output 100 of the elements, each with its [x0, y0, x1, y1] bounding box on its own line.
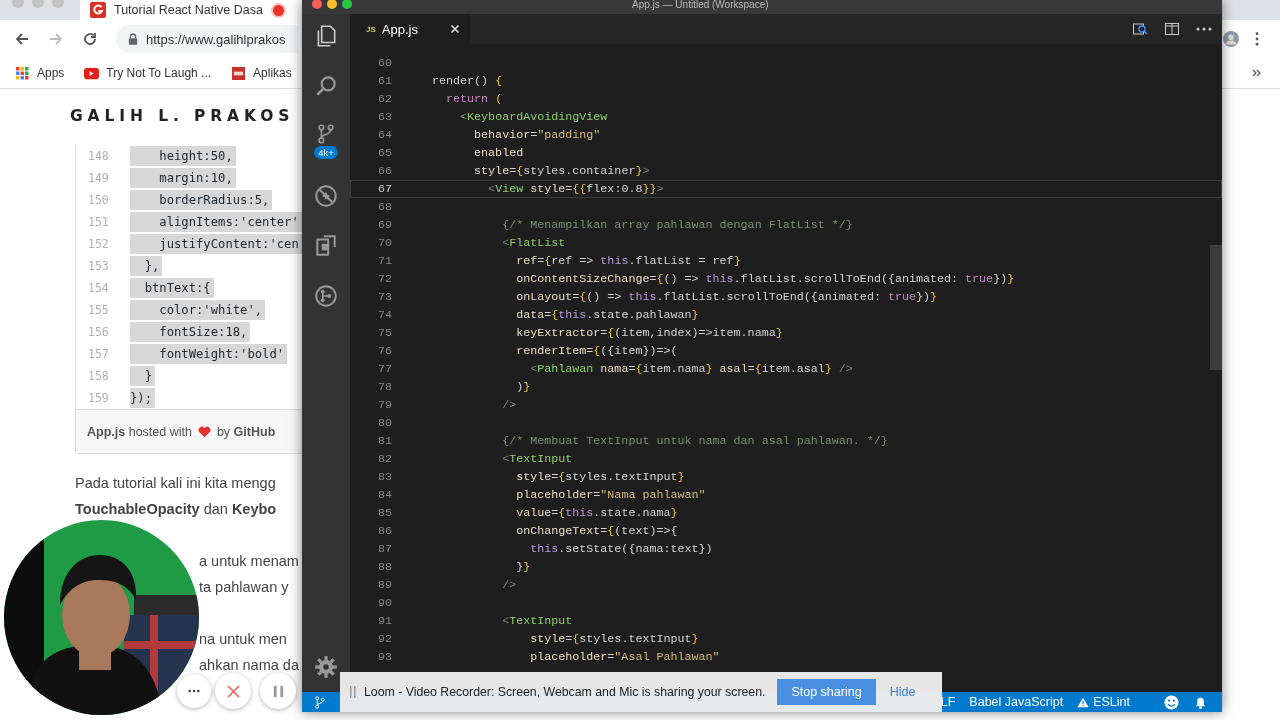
paragraph-text: na untuk men	[199, 630, 287, 649]
code-line: data={this.state.pahlawan}	[515, 308, 699, 322]
line-number: 77	[376, 362, 392, 376]
play-button-icon	[84, 66, 100, 80]
bookmark[interactable]: Try Not To Laugh ...	[84, 66, 212, 80]
code-line: <TextInput	[501, 614, 573, 628]
debug-icon[interactable]	[313, 183, 339, 209]
line-number: 61	[376, 74, 392, 88]
code-line: />	[501, 398, 517, 412]
line-number: 78	[376, 380, 392, 394]
line-number: 65	[376, 146, 392, 160]
code-line: ref={ref => this.flatList = ref}	[515, 254, 741, 268]
line-number: 82	[376, 452, 392, 466]
code-line: style={styles.textInput}	[529, 632, 699, 646]
branch-icon[interactable]	[314, 695, 326, 709]
address-field[interactable]: https://www.galihlprakos	[116, 25, 298, 53]
line-number: 62	[376, 92, 392, 106]
site-title[interactable]: GALIH L. PRAKOS	[70, 107, 295, 137]
minimize-icon[interactable]	[327, 0, 337, 9]
line-number: 60	[376, 56, 392, 70]
extensions-icon[interactable]	[313, 233, 339, 259]
line-number: 64	[376, 128, 392, 142]
line-number: 158	[87, 369, 110, 383]
heart-icon	[197, 425, 211, 438]
line-number: 88	[376, 560, 392, 574]
line-number: 66	[376, 164, 392, 178]
smiley-icon[interactable]	[1164, 694, 1179, 710]
line-number: 73	[376, 290, 392, 304]
reload-icon[interactable]	[82, 31, 98, 47]
pause-icon	[271, 684, 285, 698]
line-number: 87	[376, 542, 392, 556]
line-number: 71	[376, 254, 392, 268]
line-number: 70	[376, 236, 392, 250]
code-line: style={styles.textInput}	[515, 470, 685, 484]
line-number: 74	[376, 308, 392, 322]
line-number: 151	[87, 215, 110, 229]
line-number: 79	[376, 398, 392, 412]
line-number: 156	[87, 325, 110, 339]
drag-handle-icon[interactable]	[350, 686, 356, 698]
status-item[interactable]: ESLint	[1093, 695, 1130, 709]
status-item[interactable]: Babel JavaScript	[969, 695, 1064, 709]
line-number: 154	[87, 281, 110, 295]
code-line: <View style={{flex:0.8}}>	[487, 182, 664, 196]
editor-tab[interactable]: JS App.js	[350, 14, 470, 44]
more-icon	[188, 689, 200, 693]
source-control-icon[interactable]	[315, 123, 337, 145]
apps-grid-icon	[15, 66, 30, 80]
settings-icon[interactable]	[313, 654, 339, 680]
line-number: 83	[376, 470, 392, 484]
code-line: style={styles.container}>	[473, 164, 650, 178]
line-number: 153	[87, 259, 110, 273]
notification-text: Loom - Video Recorder: Screen, Webcam and Mic is sharing your screen.	[364, 685, 766, 699]
code-line: }}	[515, 560, 531, 574]
scrollbar-thumb[interactable]	[1210, 245, 1222, 370]
back-icon[interactable]	[14, 31, 30, 47]
lock-icon	[128, 33, 138, 45]
code-line: this.setState({nama:text})	[529, 542, 713, 556]
code-line: onChangeText={(text)=>{	[515, 524, 678, 538]
more-button[interactable]	[177, 674, 211, 708]
line-number: 76	[376, 344, 392, 358]
pause-button[interactable]	[260, 673, 296, 709]
code-line: onContentSizeChange={() => this.flatList.scrollToEnd({animated: true})}	[515, 272, 1015, 286]
maximize-icon[interactable]	[342, 0, 352, 9]
paragraph-text: ta pahlawan y	[199, 578, 289, 597]
paragraph-text: Pada tutorial kali ini kita mengg	[75, 474, 276, 493]
bookmark[interactable]: Aplikas	[231, 66, 292, 80]
code-line: value={this.state.nama}	[515, 506, 678, 520]
more-icon[interactable]	[1255, 32, 1259, 46]
line-number: 150	[87, 193, 110, 207]
line-number: 152	[87, 237, 110, 251]
line-number: 80	[376, 416, 392, 430]
line-number: 155	[87, 303, 110, 317]
chevron-icon[interactable]	[1252, 69, 1262, 77]
code-line: enabled	[473, 146, 524, 160]
browser-tab[interactable]: Tutorial React Native Dasa	[80, 0, 302, 20]
code-line: onLayout={() => this.flatList.scrollToEnd({animated: true})}	[515, 290, 938, 304]
avatar-icon[interactable]	[1223, 31, 1239, 47]
line-number: 81	[376, 434, 392, 448]
line-number: 91	[376, 614, 392, 628]
paragraph-text: TouchableOpacity dan Keybo	[75, 500, 277, 519]
line-number: 159	[87, 391, 110, 405]
code-line: {/* Membuat TextInput untuk nama dan asal pahlawan. */}	[501, 434, 888, 448]
bookmark[interactable]: Apps	[15, 66, 65, 80]
code-line: {/* Menampilkan array pahlawan dengan FlatList */}	[501, 218, 853, 232]
close-icon[interactable]	[450, 24, 460, 34]
code-line: <TextInput	[501, 452, 573, 466]
code-line: return (	[445, 92, 503, 106]
split-editor-icon[interactable]	[1164, 21, 1180, 37]
line-number: 85	[376, 506, 392, 520]
paragraph-text: ahkan nama da	[199, 656, 299, 675]
close-icon	[226, 684, 240, 698]
code-line: <Pahlawan nama={item.nama} asal={item.asal} />	[529, 362, 853, 376]
line-number: 90	[376, 596, 392, 610]
code-line: />	[501, 578, 517, 592]
embed-caption: by GitHub	[216, 424, 276, 439]
code-line: behavior="padding"	[473, 128, 601, 142]
code-line: placeholder="Asal Pahlawan"	[529, 650, 720, 664]
line-number: 157	[87, 347, 110, 361]
search-icon[interactable]	[1132, 21, 1148, 37]
line-number: 148	[87, 149, 110, 163]
